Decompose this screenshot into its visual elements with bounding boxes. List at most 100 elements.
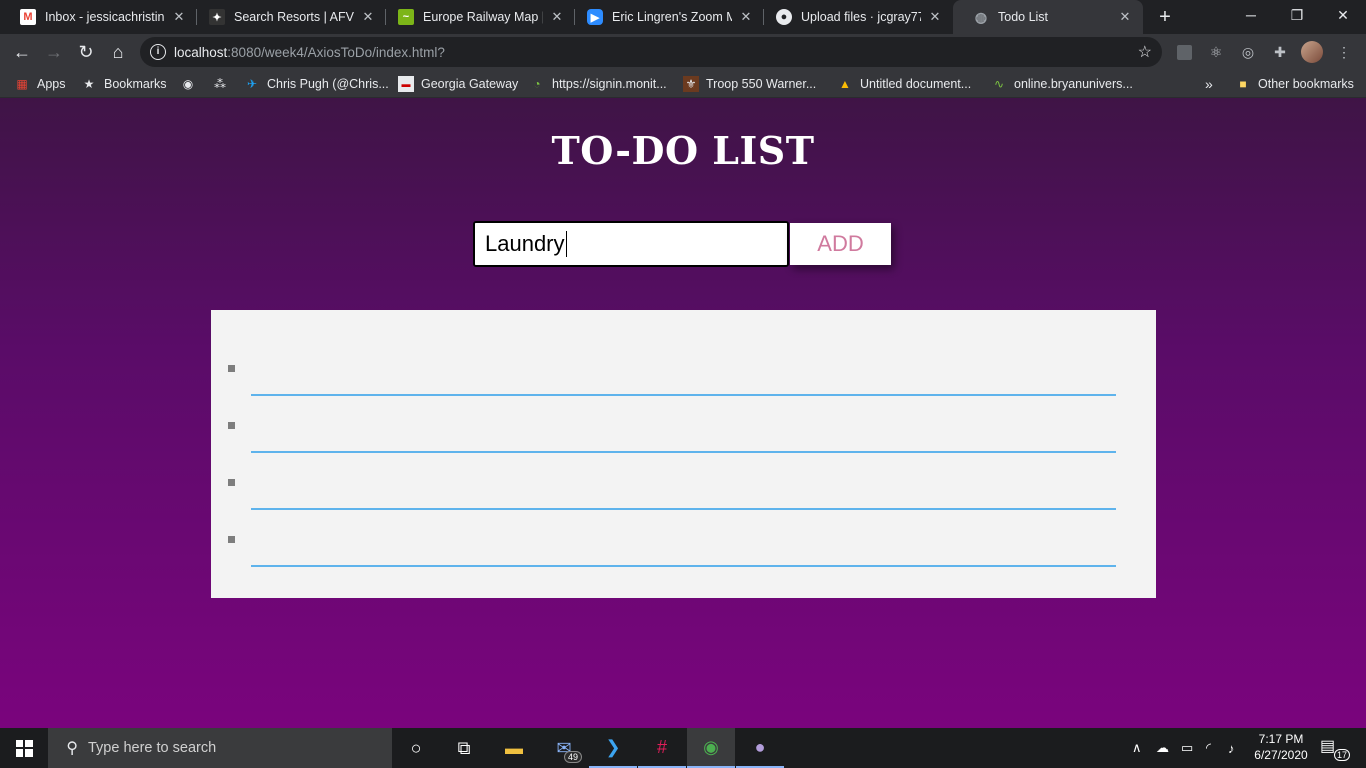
- bookmark-signin-monit[interactable]: ◔ https://signin.monit...: [529, 70, 666, 98]
- site-info-icon[interactable]: i: [150, 44, 166, 60]
- todo-item-underline: [251, 508, 1116, 510]
- todo-list-panel: [211, 310, 1156, 598]
- extension-target-button[interactable]: ◎: [1238, 42, 1258, 62]
- wifi-icon: ◔: [533, 77, 541, 91]
- file-explorer-button[interactable]: ▬: [490, 728, 538, 768]
- todo-item[interactable]: [211, 511, 1156, 568]
- tab-search-resorts[interactable]: ✦ Search Resorts | AFVClu ✕: [189, 0, 386, 34]
- gmail-icon: M: [20, 9, 36, 25]
- bookmark-label: Bookmarks: [104, 77, 167, 91]
- network-button[interactable]: ◜: [1206, 728, 1211, 768]
- square-bullet-icon: [228, 479, 235, 486]
- troop-icon: ⚜: [683, 76, 699, 92]
- github-icon: ●: [776, 9, 792, 25]
- add-button[interactable]: ADD: [790, 223, 891, 265]
- profile-avatar[interactable]: [1301, 41, 1323, 63]
- battery-button[interactable]: ▭: [1181, 728, 1193, 768]
- clock-date: 6/27/2020: [1254, 748, 1308, 762]
- vscode-icon: ❯: [605, 736, 621, 757]
- bookmarks-overflow-button[interactable]: »: [1205, 70, 1213, 98]
- address-url[interactable]: localhost:8080/week4/AxiosToDo/index.htm…: [174, 45, 445, 60]
- todo-page: TO-DO LIST Laundry ADD: [0, 98, 1366, 728]
- bookmark-chris-pugh[interactable]: ✈ Chris Pugh (@Chris...: [244, 70, 389, 98]
- todo-item[interactable]: [211, 397, 1156, 454]
- folder-icon: ■: [1239, 77, 1247, 91]
- todo-item-underline: [251, 394, 1116, 396]
- vscode-button[interactable]: ❯: [589, 728, 637, 768]
- tab-gmail[interactable]: M Inbox - jessicachristine0 ✕: [0, 0, 197, 34]
- tab-close-icon[interactable]: ✕: [360, 9, 376, 25]
- slack-button[interactable]: #: [638, 728, 686, 768]
- tab-github-upload[interactable]: ● Upload files · jcgray77/ ✕: [756, 0, 953, 34]
- cortana-circle-icon: ○: [410, 737, 422, 758]
- bookmark-label: Apps: [37, 77, 66, 91]
- forward-button[interactable]: →: [40, 38, 68, 66]
- chrome-button[interactable]: ◉: [687, 728, 735, 768]
- taskbar-clock[interactable]: 7:17 PM 6/27/2020: [1248, 731, 1314, 763]
- bookmark-people[interactable]: ⁂: [212, 70, 235, 98]
- reload-button[interactable]: ↻: [72, 38, 100, 66]
- square-bullet-icon: [228, 365, 235, 372]
- volume-button[interactable]: ♪: [1228, 728, 1235, 768]
- bookmark-star-icon[interactable]: ☆: [1138, 42, 1152, 62]
- home-button[interactable]: ⌂: [104, 38, 132, 66]
- bookmark-untitled-document[interactable]: ▲ Untitled document...: [837, 70, 971, 98]
- bookmark-globe[interactable]: ◉: [180, 70, 203, 98]
- people-icon: ⁂: [214, 77, 226, 91]
- task-view-icon: ⧉: [457, 737, 471, 758]
- twitter-icon: ✈: [246, 77, 258, 91]
- square-bullet-icon: [228, 422, 235, 429]
- bookmark-other-bookmarks[interactable]: ■ Other bookmarks: [1235, 70, 1354, 98]
- extension-button[interactable]: [1174, 42, 1194, 62]
- tab-close-icon[interactable]: ✕: [738, 9, 754, 25]
- address-bar[interactable]: i localhost:8080/week4/AxiosToDo/index.h…: [140, 37, 1162, 67]
- tab-zoom[interactable]: ▶ Eric Lingren's Zoom Me ✕: [567, 0, 764, 34]
- extensions-menu-button[interactable]: ✚: [1270, 42, 1290, 62]
- todo-list: [211, 310, 1156, 568]
- chrome-menu-button[interactable]: ⋮: [1334, 42, 1354, 62]
- start-button[interactable]: [0, 728, 48, 768]
- tab-close-icon[interactable]: ✕: [1117, 9, 1133, 25]
- cortana-button[interactable]: ○: [392, 728, 440, 768]
- text-caret: [565, 231, 567, 257]
- slack-icon: #: [656, 736, 667, 757]
- todo-input[interactable]: Laundry: [473, 221, 789, 267]
- task-view-button[interactable]: ⧉: [440, 728, 488, 768]
- mail-badge: 49: [563, 751, 582, 763]
- new-tab-button[interactable]: +: [1155, 6, 1175, 28]
- todo-item-underline: [251, 451, 1116, 453]
- chrome-icon: ◉: [703, 736, 719, 757]
- todo-item[interactable]: [211, 454, 1156, 511]
- close-window-button[interactable]: ✕: [1320, 0, 1366, 30]
- windows-taskbar: ⚲ Type here to search ○ ⧉ ▬ ✉ 49 ❯ # ◉ ●…: [0, 728, 1366, 768]
- tab-close-icon[interactable]: ✕: [549, 9, 565, 25]
- action-center-button[interactable]: ▤ 17: [1320, 736, 1350, 761]
- github-desktop-button[interactable]: ●: [736, 728, 784, 768]
- mail-button[interactable]: ✉ 49: [540, 728, 588, 768]
- bookmark-label: Georgia Gateway: [421, 77, 519, 91]
- clock-time: 7:17 PM: [1258, 732, 1304, 746]
- bookmark-apps[interactable]: ▦ Apps: [14, 70, 66, 98]
- bookmark-georgia-gateway[interactable]: ▬ Georgia Gateway: [398, 70, 518, 98]
- back-button[interactable]: ←: [8, 38, 36, 66]
- bookmark-bookmarks[interactable]: ★ Bookmarks: [81, 70, 167, 98]
- tab-close-icon[interactable]: ✕: [171, 9, 187, 25]
- bookmark-troop-550[interactable]: ⚜ Troop 550 Warner...: [683, 70, 816, 98]
- globe-icon: ◉: [182, 77, 194, 91]
- minimize-button[interactable]: ─: [1228, 0, 1274, 30]
- star-icon: ★: [83, 77, 95, 91]
- tab-europe-railway[interactable]: ~ Europe Railway Map | E ✕: [378, 0, 575, 34]
- apps-grid-icon: ▦: [16, 77, 28, 91]
- react-devtools-button[interactable]: ⚛: [1206, 42, 1226, 62]
- onedrive-button[interactable]: ☁: [1156, 728, 1169, 768]
- tab-todo-list[interactable]: ◍ Todo List ✕: [953, 0, 1143, 34]
- bookmark-bryan-university[interactable]: ∿ online.bryanunivers...: [991, 70, 1133, 98]
- cloud-icon: ☁: [1156, 740, 1169, 755]
- restore-button[interactable]: ❐: [1274, 0, 1320, 30]
- todo-item[interactable]: [211, 340, 1156, 397]
- arrow-right-icon: →: [45, 41, 63, 62]
- browser-tab-strip: M Inbox - jessicachristine0 ✕ ✦ Search R…: [0, 0, 1366, 34]
- show-hidden-icons-button[interactable]: ∧: [1132, 728, 1142, 768]
- taskbar-search-box[interactable]: ⚲ Type here to search: [48, 728, 392, 768]
- tab-close-icon[interactable]: ✕: [927, 9, 943, 25]
